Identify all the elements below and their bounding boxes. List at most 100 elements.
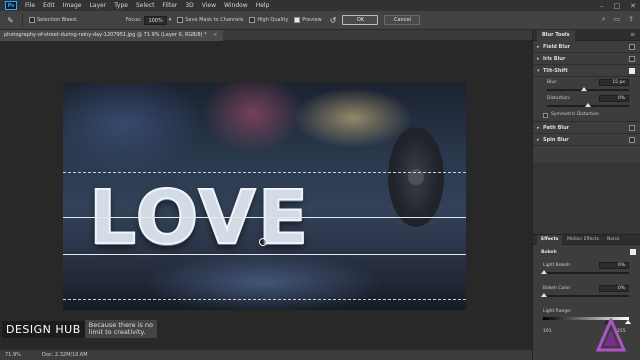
watermark-brand: DESIGN HUB xyxy=(2,320,85,338)
bokeh-color-slider-thumb[interactable] xyxy=(541,293,547,297)
distortion-slider-thumb[interactable] xyxy=(585,103,591,107)
distortion-field[interactable]: 0% xyxy=(599,95,629,102)
document-image[interactable]: LOVE xyxy=(63,83,466,310)
preview-checkbox[interactable] xyxy=(294,17,301,23)
bokeh-color-slider[interactable] xyxy=(543,295,629,297)
tilt-shift-checkbox[interactable] xyxy=(629,68,635,74)
light-bokeh-label: Light Bokeh: xyxy=(543,263,572,268)
photoshop-logo-icon: Ps xyxy=(5,1,17,10)
bokeh-color-field[interactable]: 0% xyxy=(599,285,629,292)
cancel-button[interactable]: Cancel xyxy=(384,15,421,25)
distortion-label: Distortion: xyxy=(547,96,571,101)
tilt-shift-feather-line-top[interactable] xyxy=(63,172,466,173)
blur-item-path-blur[interactable]: ▸ Path Blur xyxy=(533,122,640,134)
tab-noise[interactable]: Noise xyxy=(603,235,623,245)
menu-help[interactable]: Help xyxy=(252,2,274,9)
window-controls: – □ ✕ xyxy=(600,0,636,11)
watermark-tagline: Because there is no limit to creativity. xyxy=(84,320,157,338)
light-bokeh-slider-thumb[interactable] xyxy=(541,270,547,274)
tilt-shift-focus-line-top[interactable] xyxy=(63,217,466,218)
maximize-icon[interactable]: □ xyxy=(614,2,621,10)
iris-blur-checkbox[interactable] xyxy=(629,56,635,62)
blur-tools-tabbar: Blur Tools ≡ xyxy=(533,30,640,41)
menu-window[interactable]: Window xyxy=(220,2,252,9)
menu-file[interactable]: File xyxy=(21,2,39,9)
focus-dropdown-icon[interactable]: ▾ xyxy=(169,17,172,23)
blur-item-iris-blur[interactable]: ▸ Iris Blur xyxy=(533,53,640,65)
blur-tools-tab[interactable]: Blur Tools xyxy=(537,30,575,41)
collapsed-arrow-icon[interactable]: ▸ xyxy=(537,53,540,65)
divider xyxy=(22,14,23,26)
menu-filter[interactable]: Filter xyxy=(159,2,182,9)
effects-tabbar: Effects Motion Effects Noise xyxy=(533,234,640,245)
search-icon[interactable]: ⌕ xyxy=(602,15,606,24)
blur-item-field-blur[interactable]: ▸ Field Blur xyxy=(533,41,640,53)
tilt-shift-feather-line-bottom[interactable] xyxy=(63,299,466,300)
bokeh-color-label: Bokeh Color: xyxy=(543,286,572,291)
spin-blur-checkbox[interactable] xyxy=(629,137,635,143)
document-size[interactable]: Doc: 2.32M/10.6M xyxy=(42,350,88,360)
tilt-shift-pin[interactable] xyxy=(259,238,267,246)
blur-amount-label: Blur: xyxy=(547,80,558,85)
light-range-min-value[interactable]: 191 xyxy=(543,329,552,334)
blur-item-label: Spin Blur xyxy=(543,137,569,143)
preview-label: Preview xyxy=(302,17,322,23)
options-bar-right: ⌕ ▭ ⇪ xyxy=(602,15,634,24)
menu-bar: Ps File Edit Image Layer Type Select Fil… xyxy=(0,0,640,11)
close-icon[interactable]: ✕ xyxy=(630,2,636,10)
focus-field[interactable]: 100% xyxy=(144,15,167,25)
reset-icon[interactable]: ↺ xyxy=(330,16,337,25)
symmetric-distortion-checkbox[interactable] xyxy=(543,113,548,118)
symmetric-distortion-label: Symmetric Distortion xyxy=(551,112,599,117)
blur-amount-slider-thumb[interactable] xyxy=(580,87,587,91)
high-quality-checkbox[interactable] xyxy=(249,17,256,23)
blur-gallery-tool-icon[interactable]: ✎ xyxy=(5,15,16,26)
close-tab-icon[interactable]: × xyxy=(213,32,217,38)
light-bokeh-field[interactable]: 0% xyxy=(599,262,629,269)
high-quality-label: High Quality xyxy=(257,17,289,23)
panel-menu-icon[interactable]: ≡ xyxy=(630,31,635,38)
blur-amount-slider[interactable] xyxy=(547,89,629,91)
collapsed-arrow-icon[interactable]: ▸ xyxy=(537,41,540,53)
collapsed-arrow-icon[interactable]: ▸ xyxy=(537,122,540,134)
menu-select[interactable]: Select xyxy=(132,2,159,9)
panel-empty-space xyxy=(533,162,640,234)
tilt-shift-focus-line-bottom[interactable] xyxy=(63,254,466,255)
bokeh-checkbox[interactable] xyxy=(630,249,636,255)
light-bokeh-slider[interactable] xyxy=(543,272,629,274)
menu-type[interactable]: Type xyxy=(110,2,132,9)
blur-item-tilt-shift[interactable]: ▾ Tilt-Shift xyxy=(533,65,640,77)
save-mask-checkbox[interactable] xyxy=(177,17,184,23)
collapsed-arrow-icon[interactable]: ▸ xyxy=(537,134,540,146)
document-tab[interactable]: photography-of-street-during-rainy-day-1… xyxy=(0,30,224,41)
blur-item-label: Tilt-Shift xyxy=(543,68,568,74)
zoom-level[interactable]: 71.9% xyxy=(5,350,21,360)
menu-view[interactable]: View xyxy=(198,2,220,9)
expanded-arrow-icon[interactable]: ▾ xyxy=(537,65,540,77)
path-blur-checkbox[interactable] xyxy=(629,125,635,131)
photoshop-window: Ps File Edit Image Layer Type Select Fil… xyxy=(0,0,640,360)
tab-effects[interactable]: Effects xyxy=(537,235,563,245)
canvas-area[interactable]: LOVE xyxy=(0,41,532,349)
blur-item-spin-blur[interactable]: ▸ Spin Blur xyxy=(533,134,640,146)
blur-item-label: Field Blur xyxy=(543,44,571,50)
minimize-icon[interactable]: – xyxy=(600,2,604,10)
blur-amount-field[interactable]: 15 px xyxy=(599,79,629,86)
blur-item-label: Iris Blur xyxy=(543,56,566,62)
blur-tools-panel: Blur Tools ≡ ▸ Field Blur ▸ Iris Blur ▾ … xyxy=(532,30,640,360)
document-tab-title: photography-of-street-during-rainy-day-1… xyxy=(4,32,207,38)
menu-edit[interactable]: Edit xyxy=(39,2,59,9)
menu-image[interactable]: Image xyxy=(59,2,86,9)
document-tab-bar: photography-of-street-during-rainy-day-1… xyxy=(0,30,532,41)
menu-3d[interactable]: 3D xyxy=(181,2,197,9)
bokeh-label: Bokeh xyxy=(541,250,557,255)
field-blur-checkbox[interactable] xyxy=(629,44,635,50)
ok-button[interactable]: OK xyxy=(342,15,379,25)
blur-item-label: Path Blur xyxy=(543,125,570,131)
focus-label: Focus: xyxy=(125,17,142,23)
selection-bleed-checkbox[interactable] xyxy=(29,17,35,23)
menu-layer[interactable]: Layer xyxy=(85,2,110,9)
workspace-icon[interactable]: ▭ xyxy=(614,15,621,24)
share-icon[interactable]: ⇪ xyxy=(628,15,634,24)
tab-motion-effects[interactable]: Motion Effects xyxy=(563,235,603,245)
